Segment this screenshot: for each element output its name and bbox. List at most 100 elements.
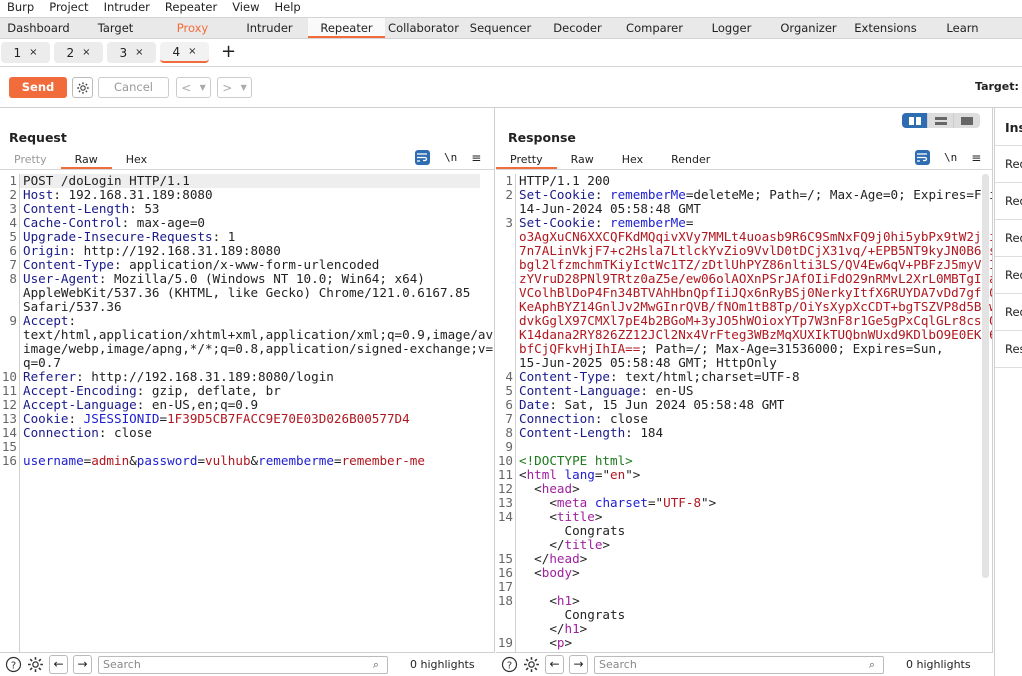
token: bgl2lfzmchmTKiyIctWc1TZ/zDtlUhPYZ86nlti3…	[519, 257, 992, 272]
next-match-button[interactable]: →	[73, 655, 92, 674]
tab-collaborator[interactable]: Collaborator	[385, 18, 462, 38]
code-row: AppleWebKit/537.36 (KHTML, like Gecko) C…	[23, 286, 470, 300]
code-row: </head>	[519, 552, 587, 566]
code-row: Content-Language: en-US	[519, 384, 693, 398]
response-editor[interactable]: 1 HTTP/1.1 200 2 Set-Cookie: rememberMe=del…	[496, 174, 992, 652]
line-content: Content-Length: 53	[20, 202, 160, 216]
close-icon[interactable]: ×	[135, 47, 143, 58]
history-back-button[interactable]: < ▼	[176, 77, 211, 98]
code-line: 10 <!DOCTYPE html>	[496, 454, 992, 468]
tab-pretty[interactable]: Pretty	[0, 151, 61, 169]
help-icon[interactable]: ?	[5, 656, 22, 673]
menu-burp[interactable]: Burp	[0, 0, 42, 17]
previous-match-button[interactable]: ←	[49, 655, 68, 674]
tab-raw[interactable]: Raw	[557, 151, 608, 169]
code-row: Origin: http://192.168.31.189:8080	[23, 244, 281, 258]
code-row: KeAphBYZ14GnlJv2MwGInrQVB/fNOm1tB8Tp/OiY…	[519, 300, 992, 314]
tab-decoder[interactable]: Decoder	[539, 18, 616, 38]
send-button[interactable]: Send	[9, 77, 67, 98]
line-content: Cookie: JSESSIONID=1F39D5CB7FACC9E70E03D…	[20, 412, 410, 426]
code-row: Content-Type: application/x-www-form-url…	[23, 258, 379, 272]
inspector-section[interactable]: Req	[995, 183, 1022, 220]
tab-pretty[interactable]: Pretty	[496, 151, 557, 169]
tab-learn[interactable]: Learn	[924, 18, 1001, 38]
tab-dashboard[interactable]: Dashboard	[0, 18, 77, 38]
wrap-lines-button[interactable]	[915, 150, 930, 165]
inspector-section[interactable]: Req	[995, 220, 1022, 257]
code-row: bgl2lfzmchmTKiyIctWc1TZ/zDtlUhPYZ86nlti3…	[519, 258, 992, 272]
gear-icon	[76, 81, 89, 94]
dropdown-icon[interactable]: ▼	[241, 83, 247, 92]
history-forward-button[interactable]: > ▼	[217, 77, 252, 98]
layout-stacked-button[interactable]	[928, 113, 954, 128]
gear-icon[interactable]	[27, 656, 44, 673]
menu-project[interactable]: Project	[42, 0, 96, 17]
close-icon[interactable]: ×	[82, 47, 90, 58]
menu-intruder[interactable]: Intruder	[97, 0, 158, 17]
wrap-lines-button[interactable]	[415, 150, 430, 165]
add-tab-icon[interactable]: +	[213, 42, 236, 64]
line-content	[516, 440, 527, 454]
token: 14-Jun-2024 05:58:48 GMT	[519, 201, 701, 216]
svg-text:?: ?	[11, 661, 16, 672]
token: body	[541, 565, 573, 580]
tab-repeater[interactable]: Repeater	[308, 18, 385, 38]
tab-hex[interactable]: Hex	[112, 151, 161, 169]
layout-tabs-button[interactable]	[954, 113, 980, 128]
layout-side-by-side-button[interactable]	[902, 113, 928, 128]
inspector-section[interactable]: Res	[995, 331, 1022, 368]
menu-icon[interactable]: ≡	[971, 151, 981, 165]
help-icon[interactable]: ?	[501, 656, 518, 673]
code-row: Content-Type: text/html;charset=UTF-8	[519, 370, 800, 384]
tab-comparer[interactable]: Comparer	[616, 18, 693, 38]
menu-icon[interactable]: ≡	[471, 151, 481, 165]
tab-hex[interactable]: Hex	[608, 151, 657, 169]
menu-repeater[interactable]: Repeater	[158, 0, 225, 17]
token: Accept-Language	[23, 397, 137, 412]
token: ">	[701, 495, 717, 510]
response-scrollbar[interactable]	[982, 174, 989, 578]
search-input[interactable]: Search ⌕	[98, 655, 388, 674]
previous-match-button[interactable]: ←	[545, 655, 564, 674]
tab-render[interactable]: Render	[657, 151, 724, 169]
tab-target[interactable]: Target	[77, 18, 154, 38]
newline-toggle[interactable]: \n	[444, 151, 457, 164]
token: p	[556, 635, 565, 650]
token: lang	[564, 467, 595, 482]
dropdown-icon[interactable]: ▼	[200, 83, 206, 92]
line-gutter	[0, 174, 20, 652]
request-editor[interactable]: 1 POST /doLogin HTTP/1.1 2 Host: 192.168.31…	[0, 174, 494, 652]
gear-icon[interactable]	[523, 656, 540, 673]
inspector-section[interactable]: Req	[995, 257, 1022, 294]
cancel-button[interactable]: Cancel	[98, 77, 169, 98]
settings-button[interactable]	[72, 77, 93, 98]
search-input[interactable]: Search ⌕	[594, 655, 884, 674]
code-row: Safari/537.36	[23, 300, 470, 314]
menu-view[interactable]: View	[225, 0, 267, 17]
token: <	[519, 635, 557, 650]
tab-extensions[interactable]: Extensions	[847, 18, 924, 38]
newline-toggle[interactable]: \n	[944, 151, 957, 164]
line-content: username=admin&password=vulhub&rememberm…	[20, 454, 425, 468]
tab-logger[interactable]: Logger	[693, 18, 770, 38]
repeater-tab-2[interactable]: 2 ×	[54, 42, 103, 63]
tab-intruder[interactable]: Intruder	[231, 18, 308, 38]
repeater-tab-3[interactable]: 3 ×	[107, 42, 156, 63]
close-icon[interactable]: ×	[29, 47, 37, 58]
repeater-tab-4[interactable]: 4 ×	[160, 42, 209, 63]
repeater-tab-1[interactable]: 1 ×	[1, 42, 50, 63]
tab-organizer[interactable]: Organizer	[770, 18, 847, 38]
toolbar: Send Cancel <▼ >▼ Target: ht	[0, 67, 1022, 108]
close-icon[interactable]: ×	[188, 46, 196, 57]
next-match-button[interactable]: →	[569, 655, 588, 674]
target-label[interactable]: Target: ht	[975, 80, 1022, 93]
token: text/html,application/xhtml+xml,applicat…	[23, 327, 494, 342]
token: : 192.168.31.189:8080	[53, 187, 213, 202]
inspector-section[interactable]: Req	[995, 294, 1022, 331]
tab-raw[interactable]: Raw	[60, 151, 112, 169]
tab-proxy[interactable]: Proxy	[154, 18, 231, 38]
menu-help[interactable]: Help	[267, 0, 308, 17]
tab-sequencer[interactable]: Sequencer	[462, 18, 539, 38]
inspector-section[interactable]: Req	[995, 146, 1022, 183]
token: <	[519, 467, 527, 482]
